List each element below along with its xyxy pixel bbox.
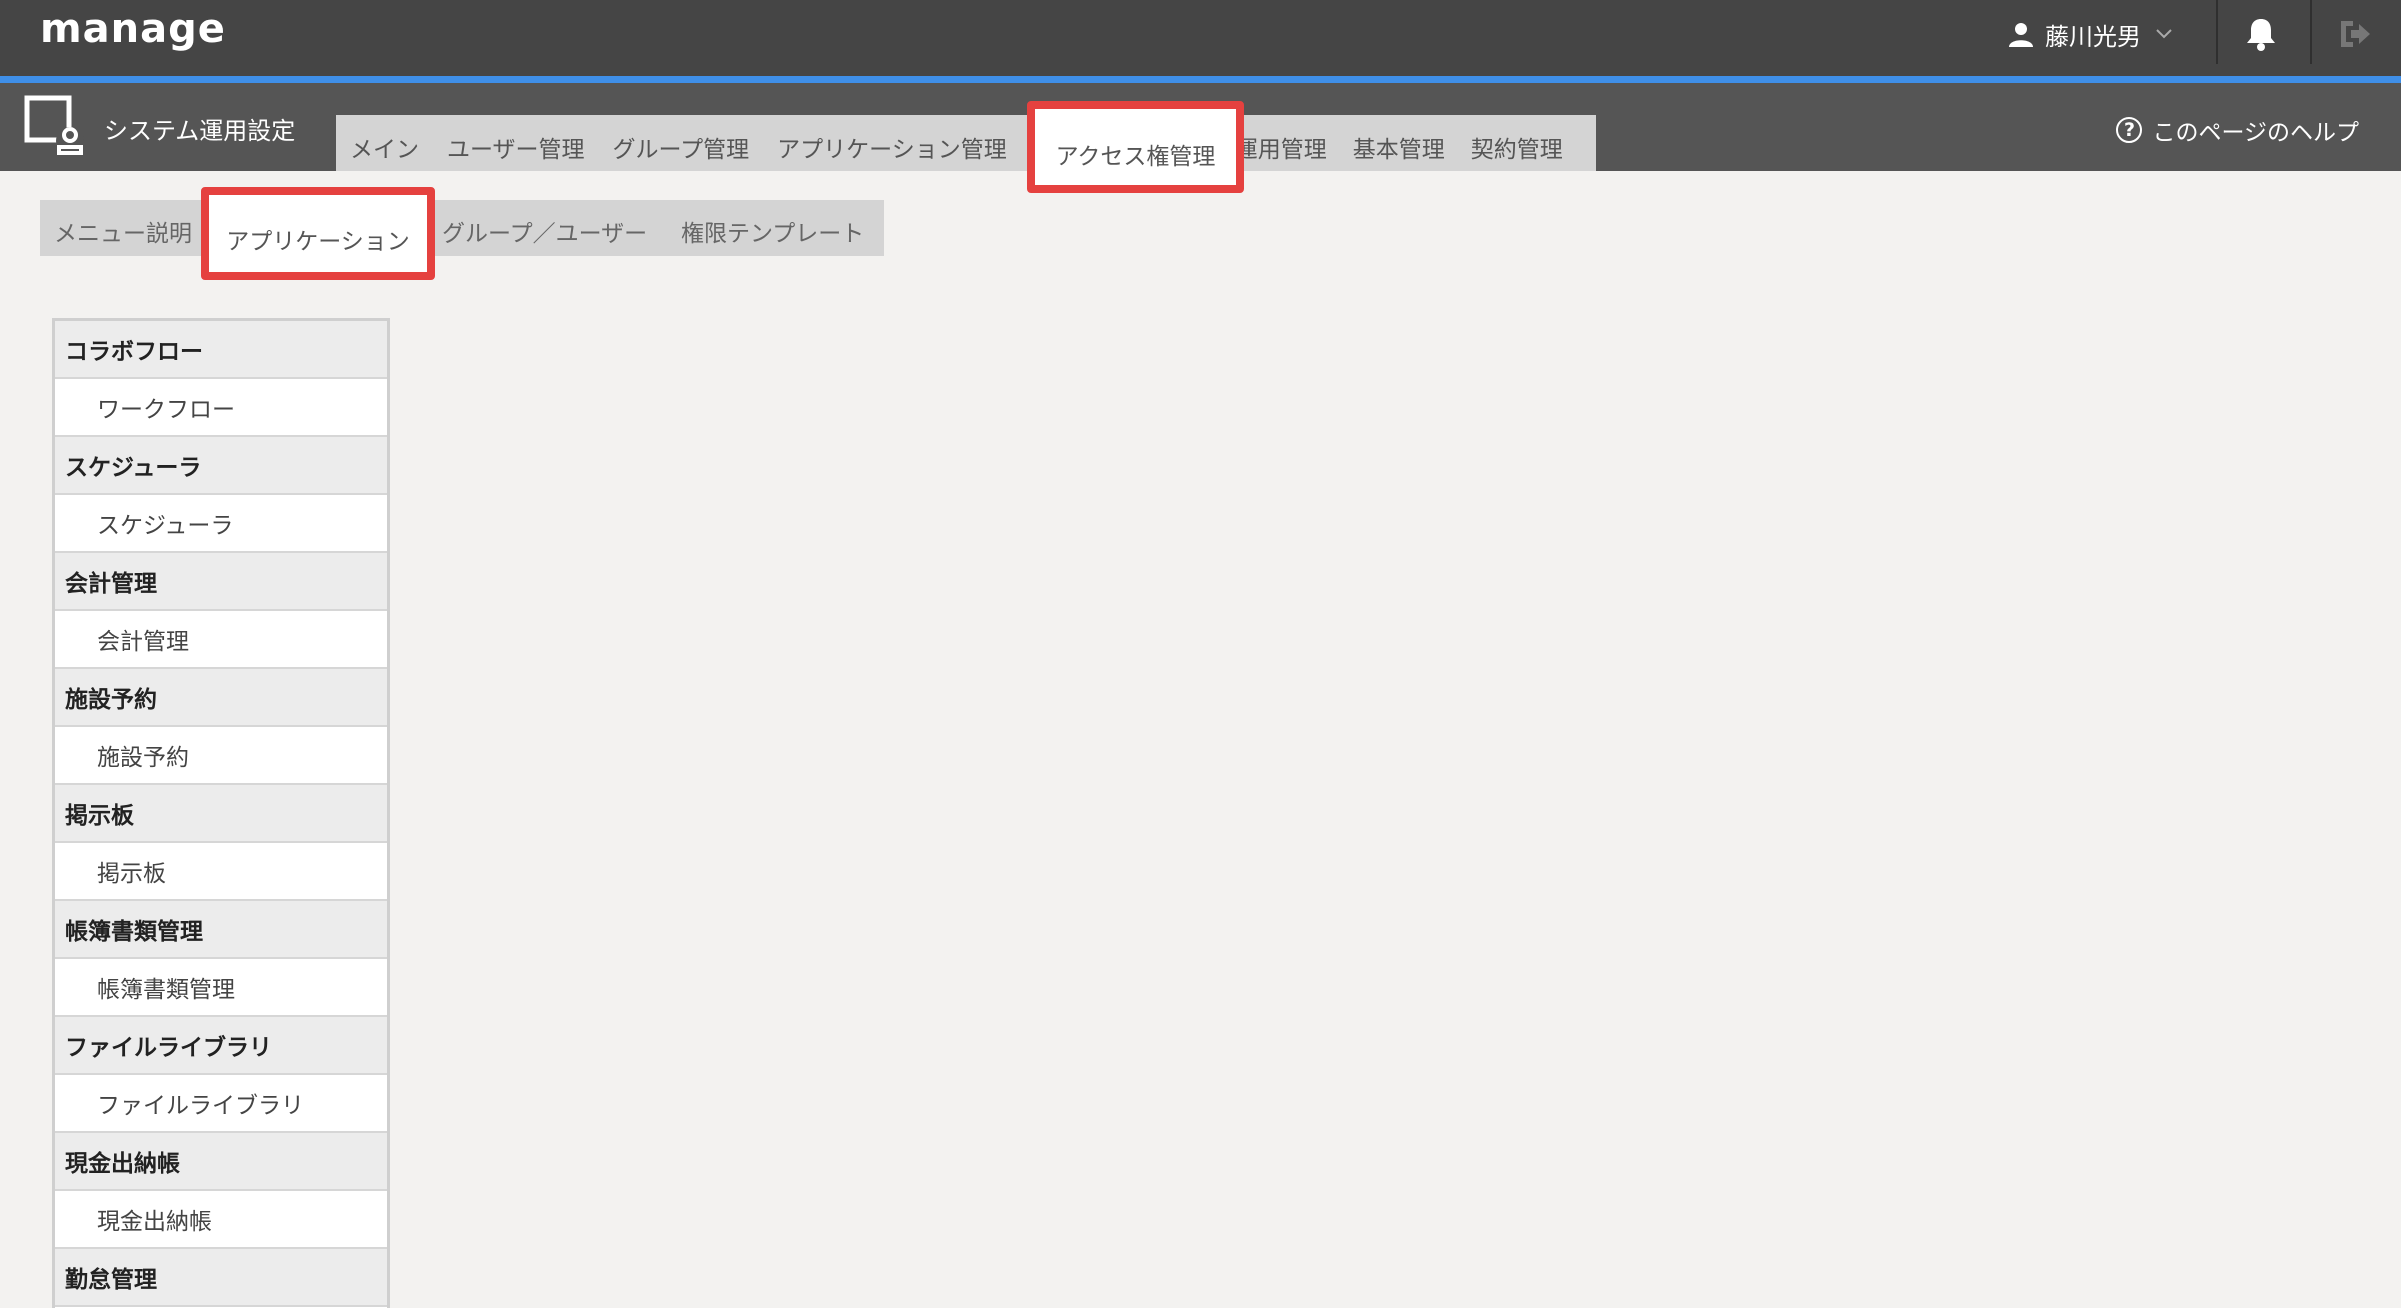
header-divider [2310, 0, 2312, 64]
chevron-down-icon [2156, 29, 2172, 39]
tab-group-management[interactable]: グループ管理 [613, 122, 750, 164]
logout-icon[interactable] [2337, 18, 2373, 54]
list-category: 帳簿書類管理 [55, 901, 387, 959]
subtab-application[interactable]: アプリケーション [201, 187, 435, 280]
subtab-menu-description[interactable]: メニュー説明 [54, 214, 192, 248]
list-category: 会計管理 [55, 553, 387, 611]
tab-main[interactable]: メイン [350, 122, 419, 164]
page-help-link[interactable]: ? このページのヘルプ [2116, 113, 2359, 147]
list-item[interactable]: ワークフロー [55, 379, 387, 437]
user-name: 藤川光男 [2045, 22, 2141, 51]
help-icon: ? [2116, 117, 2143, 143]
list-category: スケジューラ [55, 437, 387, 495]
list-item[interactable]: 施設予約 [55, 727, 387, 785]
tab-operation-management[interactable]: 運用管理 [1235, 122, 1327, 164]
header-divider [2216, 0, 2218, 64]
tab-label: アクセス権管理 [1055, 144, 1216, 170]
tab-application-management[interactable]: アプリケーション管理 [777, 122, 1007, 164]
list-item[interactable]: ファイルライブラリ [55, 1075, 387, 1133]
tab-basic-management[interactable]: 基本管理 [1353, 122, 1445, 164]
subtab-group-user[interactable]: グループ／ユーザー [442, 214, 647, 248]
list-item[interactable]: 帳簿書類管理 [55, 959, 387, 1017]
help-label: このページのヘルプ [2152, 120, 2359, 146]
subtab-label: アプリケーション [226, 229, 410, 255]
list-item[interactable]: 現金出納帳 [55, 1191, 387, 1249]
main-tab-bar: メイン ユーザー管理 グループ管理 アプリケーション管理 運用管理 基本管理 契… [336, 115, 1596, 171]
list-category: 現金出納帳 [55, 1133, 387, 1191]
notification-bell-icon[interactable] [2244, 16, 2278, 56]
system-settings-icon [22, 93, 86, 163]
tab-user-management[interactable]: ユーザー管理 [447, 122, 585, 164]
user-menu[interactable]: 藤川光男 [2007, 14, 2183, 54]
list-item[interactable]: 会計管理 [55, 611, 387, 669]
app-logo[interactable]: manage [40, 6, 226, 52]
list-item[interactable]: 掲示板 [55, 843, 387, 901]
list-category: ファイルライブラリ [55, 1017, 387, 1075]
sub-tab-bar: メニュー説明 グループ／ユーザー 権限テンプレート [40, 200, 884, 256]
tab-contract-management[interactable]: 契約管理 [1471, 122, 1563, 164]
subtab-permission-template[interactable]: 権限テンプレート [681, 214, 864, 248]
user-icon [2009, 23, 2033, 47]
list-category: 勤怠管理 [55, 1249, 387, 1307]
list-category: 掲示板 [55, 785, 387, 843]
accent-line [0, 76, 2401, 83]
tab-access-rights-management[interactable]: アクセス権管理 [1027, 101, 1244, 193]
page-title: システム運用設定 [104, 117, 296, 145]
list-item[interactable]: スケジューラ [55, 495, 387, 553]
list-category: コラボフロー [55, 321, 387, 379]
top-header: manage 藤川光男 [0, 0, 2401, 76]
application-list: コラボフロー ワークフロー スケジューラ スケジューラ 会計管理 会計管理 施設… [52, 318, 390, 1308]
list-category: 施設予約 [55, 669, 387, 727]
